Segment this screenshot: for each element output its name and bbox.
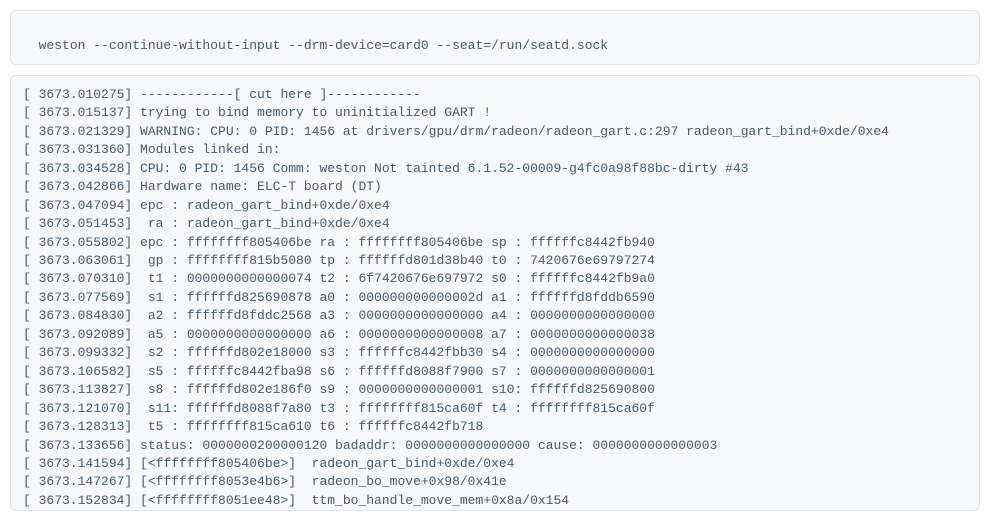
log-line: [ 3673.055802] epc : ffffffff805406be ra…: [23, 234, 967, 252]
log-line: [ 3673.147267] [<ffffffff8053e4b6>] rade…: [23, 473, 967, 491]
log-line: [ 3673.092089] a5 : 0000000000000000 a6 …: [23, 326, 967, 344]
log-line: [ 3673.051453] ra : radeon_gart_bind+0xd…: [23, 215, 967, 233]
log-line: [ 3673.113827] s8 : ffffffd802e186f0 s9 …: [23, 381, 967, 399]
log-line: [ 3673.133656] status: 0000000200000120 …: [23, 437, 967, 455]
log-line: [ 3673.042866] Hardware name: ELC-T boar…: [23, 178, 967, 196]
log-line: [ 3673.031360] Modules linked in:: [23, 141, 967, 159]
log-line: [ 3673.015137] trying to bind memory to …: [23, 104, 967, 122]
log-line: [ 3673.121070] s11: ffffffd8088f7a80 t3 …: [23, 400, 967, 418]
log-line: [ 3673.152834] [<ffffffff8051ee48>] ttm_…: [23, 492, 967, 510]
log-line: [ 3673.063061] gp : ffffffff815b5080 tp …: [23, 252, 967, 270]
log-line: [ 3673.128313] t5 : ffffffff815ca610 t6 …: [23, 418, 967, 436]
log-line: [ 3673.047094] epc : radeon_gart_bind+0x…: [23, 197, 967, 215]
command-block: weston --continue-without-input --drm-de…: [10, 10, 980, 65]
log-line: [ 3673.010275] ------------[ cut here ]-…: [23, 86, 967, 104]
log-line: [ 3673.084830] a2 : ffffffd8fddc2568 a3 …: [23, 307, 967, 325]
log-line: [ 3673.070310] t1 : 0000000000000074 t2 …: [23, 270, 967, 288]
log-line: [ 3673.141594] [<ffffffff805406be>] rade…: [23, 455, 967, 473]
log-line: [ 3673.034528] CPU: 0 PID: 1456 Comm: we…: [23, 160, 967, 178]
log-line: [ 3673.021329] WARNING: CPU: 0 PID: 1456…: [23, 123, 967, 141]
command-text: weston --continue-without-input --drm-de…: [39, 38, 609, 53]
log-line: [ 3673.077569] s1 : ffffffd825690878 a0 …: [23, 289, 967, 307]
log-line: [ 3673.106582] s5 : ffffffc8442fba98 s6 …: [23, 363, 967, 381]
log-line: [ 3673.099332] s2 : ffffffd802e18000 s3 …: [23, 344, 967, 362]
kernel-log-block: [ 3673.010275] ------------[ cut here ]-…: [10, 75, 980, 511]
